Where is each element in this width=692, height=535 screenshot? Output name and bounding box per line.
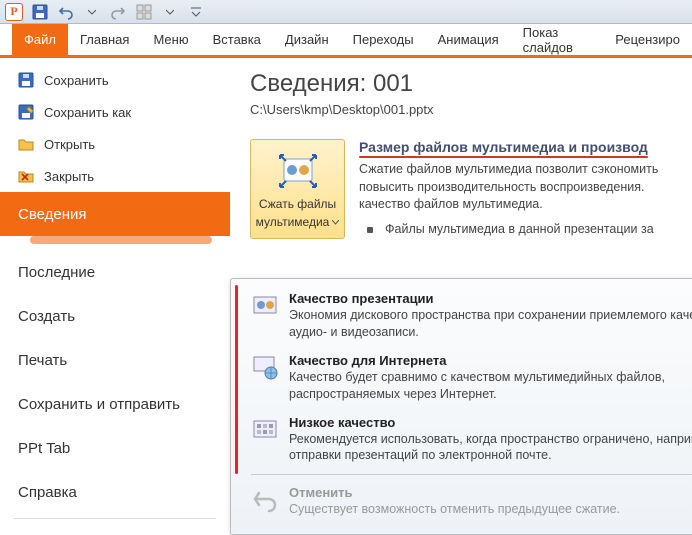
close-file-icon <box>18 168 34 184</box>
save-icon[interactable] <box>30 2 50 22</box>
backstage-sidebar: Сохранить Сохранить как Открыть Закрыть … <box>0 58 230 509</box>
tab-transitions[interactable]: Переходы <box>341 24 426 55</box>
qat-dropdown-icon[interactable] <box>82 2 102 22</box>
sidebar-item-label: Создать <box>18 308 75 325</box>
page-title: Сведения: 001 <box>250 70 692 98</box>
option-title: Качество для Интернета <box>289 353 692 368</box>
pixel-film-icon <box>251 415 279 443</box>
sidebar-recent[interactable]: Последние <box>0 250 230 294</box>
option-title: Низкое качество <box>289 415 692 430</box>
qat-customize-icon[interactable] <box>186 2 206 22</box>
sidebar-open[interactable]: Открыть <box>0 128 230 160</box>
chevron-down-icon <box>332 220 339 225</box>
sidebar-item-label: Сохранить <box>44 73 109 88</box>
section-description: Сжатие файлов мультимедиа позволит сэкон… <box>359 161 682 214</box>
ribbon-tabs: Файл Главная Меню Вставка Дизайн Переход… <box>0 24 692 58</box>
sidebar-item-label: Открыть <box>44 137 95 152</box>
compress-media-button[interactable]: Сжать файлы мультимедиа <box>250 139 345 239</box>
option-title: Качество презентации <box>289 291 692 306</box>
sidebar-item-label: Справка <box>18 484 77 501</box>
tab-animation[interactable]: Анимация <box>426 24 511 55</box>
open-icon <box>18 136 34 152</box>
film-reel-icon <box>251 291 279 319</box>
tab-slideshow[interactable]: Показ слайдов <box>511 24 604 55</box>
sidebar-item-label: Сведения <box>18 206 87 223</box>
sidebar-item-label: Печать <box>18 352 67 369</box>
file-path: C:\Users\kmp\Desktop\001.pptx <box>250 102 692 117</box>
dropdown-separator <box>251 474 692 475</box>
bullet-icon <box>367 227 373 233</box>
sidebar-item-label: Сохранить и отправить <box>18 396 180 413</box>
sidebar-close[interactable]: Закрыть <box>0 160 230 192</box>
sidebar-save[interactable]: Сохранить <box>0 64 230 96</box>
option-internet-quality[interactable]: Качество для Интернета Качество будет ср… <box>235 347 692 409</box>
option-title: Отменить <box>289 485 692 500</box>
info-pane: Сведения: 001 C:\Users\kmp\Desktop\001.p… <box>230 58 692 509</box>
undo-icon <box>251 485 279 513</box>
sidebar-separator <box>14 518 216 519</box>
tab-file[interactable]: Файл <box>12 24 68 55</box>
sidebar-print[interactable]: Печать <box>0 338 230 382</box>
tab-home[interactable]: Главная <box>68 24 141 55</box>
option-low-quality[interactable]: Низкое качество Рекомендуется использова… <box>235 409 692 471</box>
tab-insert[interactable]: Вставка <box>201 24 273 55</box>
redo-icon[interactable] <box>108 2 128 22</box>
save-icon <box>18 72 34 88</box>
app-logo[interactable]: P <box>4 2 24 22</box>
sidebar-item-label: PPt Tab <box>18 440 70 457</box>
option-presentation-quality[interactable]: Качество презентации Экономия дискового … <box>235 285 692 347</box>
sidebar-ppt-tab[interactable]: PPt Tab <box>0 426 230 470</box>
tab-menu[interactable]: Меню <box>141 24 200 55</box>
highlight-bar <box>235 285 238 474</box>
bullet-text: Файлы мультимедиа в данной презентации з… <box>385 222 654 236</box>
sidebar-save-send[interactable]: Сохранить и отправить <box>0 382 230 426</box>
option-desc: Качество будет сравнимо с качеством муль… <box>289 369 692 403</box>
quick-access-toolbar: P <box>0 0 692 24</box>
sidebar-info[interactable]: Сведения <box>0 192 230 236</box>
sidebar-save-as[interactable]: Сохранить как <box>0 96 230 128</box>
option-desc: Рекомендуется использовать, когда простр… <box>289 431 692 465</box>
sidebar-item-label: Закрыть <box>44 169 94 184</box>
option-desc: Существует возможность отменить предыдущ… <box>289 501 692 518</box>
compress-media-icon <box>276 149 320 193</box>
globe-film-icon <box>251 353 279 381</box>
sidebar-item-label: Последние <box>18 264 95 281</box>
undo-icon[interactable] <box>56 2 76 22</box>
button-label-line1: Сжать файлы <box>259 197 336 211</box>
sidebar-item-label: Сохранить как <box>44 105 131 120</box>
section-heading: Размер файлов мультимедиа и производ <box>359 139 648 155</box>
sidebar-help[interactable]: Справка <box>0 470 230 514</box>
save-as-icon <box>18 104 34 120</box>
qat-dropdown-icon[interactable] <box>160 2 180 22</box>
option-desc: Экономия дискового пространства при сохр… <box>289 307 692 341</box>
button-label-line2: мультимедиа <box>256 215 330 229</box>
tab-design[interactable]: Дизайн <box>273 24 341 55</box>
option-undo: Отменить Существует возможность отменить… <box>235 479 692 524</box>
tab-review[interactable]: Рецензиро <box>603 24 692 55</box>
sidebar-new[interactable]: Создать <box>0 294 230 338</box>
module-icon[interactable] <box>134 2 154 22</box>
compress-dropdown: Качество презентации Экономия дискового … <box>230 278 692 535</box>
highlight-mark <box>30 236 212 244</box>
